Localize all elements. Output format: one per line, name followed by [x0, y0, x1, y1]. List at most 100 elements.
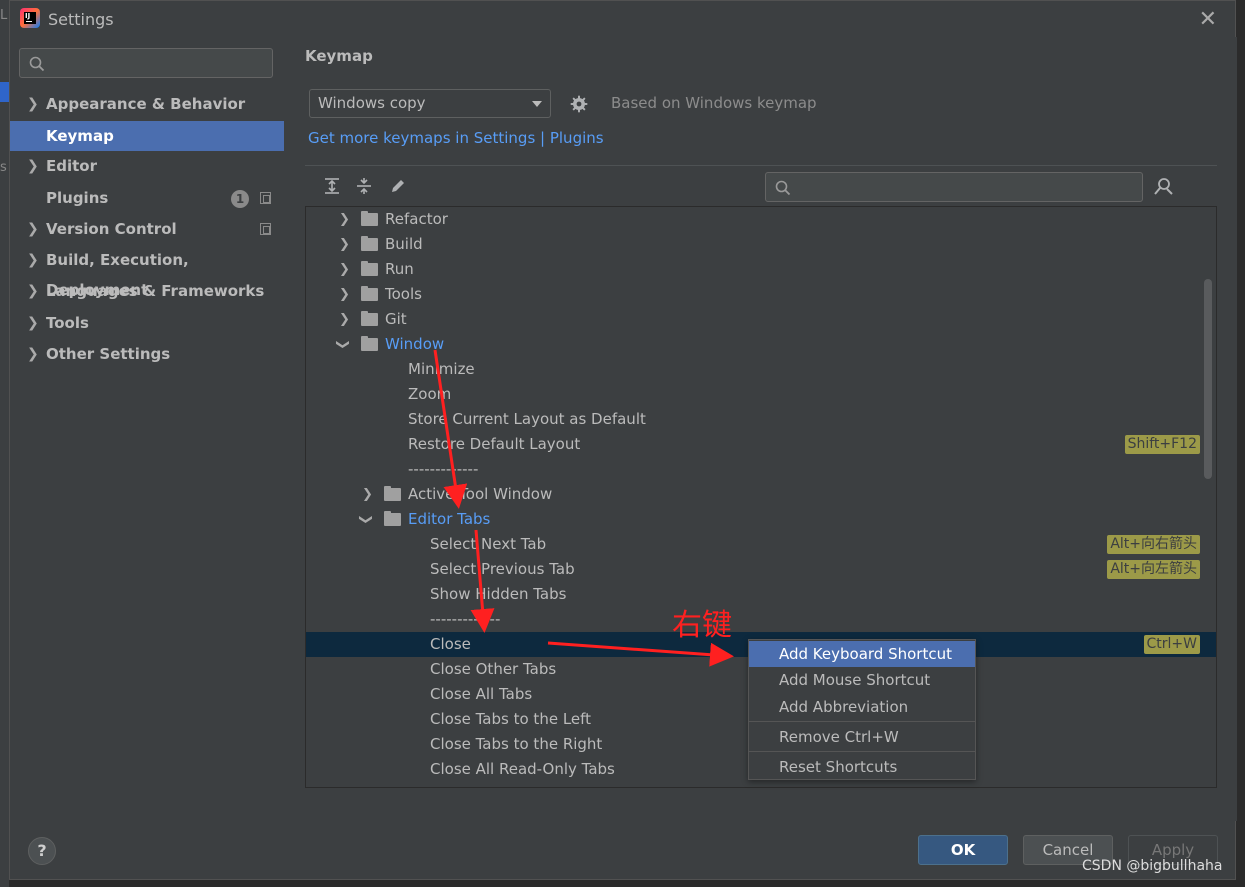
chevron-right-icon: ❯ — [339, 212, 350, 227]
title-bar: IJ Settings ✕ — [10, 1, 1235, 37]
folder-icon — [361, 336, 378, 351]
window-title: Settings — [48, 10, 114, 29]
tree-row-action[interactable]: Store Current Layout as Default — [306, 407, 1216, 432]
tree-row-label: Close Other Tabs — [430, 660, 557, 678]
sidebar-item-label: Version Control — [46, 220, 177, 238]
tree-row-folder[interactable]: ❯ Editor Tabs — [306, 507, 1216, 532]
tree-row-action[interactable]: Select Next Tab Alt+向右箭头 — [306, 532, 1216, 557]
plugins-update-badge: 1 — [231, 190, 249, 208]
chevron-right-icon: ❯ — [27, 96, 39, 112]
background-char: s — [0, 160, 7, 175]
folder-icon — [361, 236, 378, 251]
close-icon[interactable]: ✕ — [1199, 7, 1217, 32]
settings-dialog: IJ Settings ✕ ❯ Appearance & Behavior Ke… — [9, 0, 1237, 880]
tree-row-action[interactable]: Minimize — [306, 357, 1216, 382]
sidebar-item-languages-frameworks[interactable]: ❯ Languages & Frameworks — [10, 276, 284, 306]
tree-row-folder[interactable]: ❯ Run — [306, 257, 1216, 282]
search-icon — [29, 56, 45, 72]
menu-item-add-abbreviation[interactable]: Add Abbreviation — [749, 694, 975, 720]
sidebar-item-label: Languages & Frameworks — [46, 282, 265, 300]
tree-row-label: Select Previous Tab — [430, 560, 575, 578]
tree-row-label: Close All Tabs — [430, 685, 533, 703]
menu-separator — [749, 721, 975, 722]
keymap-select-value: Windows copy — [318, 94, 426, 112]
chevron-down-icon — [532, 101, 542, 107]
menu-item-remove-shortcut[interactable]: Remove Ctrl+W — [749, 724, 975, 750]
page-title: Keymap — [305, 47, 373, 65]
get-more-keymaps-link[interactable]: Get more keymaps in Settings | Plugins — [308, 129, 604, 147]
annotation-label: 右键 — [672, 608, 732, 643]
menu-item-add-keyboard-shortcut[interactable]: Add Keyboard Shortcut — [749, 641, 975, 667]
context-menu: Add Keyboard Shortcut Add Mouse Shortcut… — [748, 639, 976, 780]
folder-icon — [384, 486, 401, 501]
chevron-right-icon: ❯ — [27, 158, 39, 174]
sidebar-item-other-settings[interactable]: ❯ Other Settings — [10, 339, 284, 369]
tree-scrollbar[interactable] — [1204, 279, 1212, 479]
chevron-right-icon: ❯ — [27, 283, 39, 299]
settings-sidebar: ❯ Appearance & Behavior Keymap ❯ Editor … — [10, 37, 284, 821]
tree-row-label: Store Current Layout as Default — [408, 410, 646, 428]
tree-row-folder[interactable]: ❯ Window — [306, 332, 1216, 357]
folder-icon — [361, 211, 378, 226]
chevron-right-icon: ❯ — [339, 262, 350, 277]
settings-search-input[interactable] — [19, 48, 273, 78]
tree-row-folder[interactable]: ❯ Refactor — [306, 207, 1216, 232]
sidebar-item-label: Appearance & Behavior — [46, 95, 246, 113]
tree-row-label: Close Tabs to the Right — [430, 735, 603, 753]
tree-row-label: Build — [385, 235, 423, 253]
tree-row-folder[interactable]: ❯ Tools — [306, 282, 1216, 307]
sidebar-item-label: Plugins — [46, 189, 109, 207]
tree-row-separator: ------------- — [306, 607, 1216, 632]
tree-row-folder[interactable]: ❯ Active Tool Window — [306, 482, 1216, 507]
menu-item-add-mouse-shortcut[interactable]: Add Mouse Shortcut — [749, 667, 975, 693]
tree-row-label: Minimize — [408, 360, 475, 378]
sidebar-item-tools[interactable]: ❯ Tools — [10, 308, 284, 338]
ok-button[interactable]: OK — [918, 835, 1008, 865]
gear-icon[interactable] — [570, 95, 588, 113]
tree-row-folder[interactable]: ❯ Git — [306, 307, 1216, 332]
keymap-search-input[interactable] — [765, 172, 1143, 202]
shortcut-badge: Alt+向右箭头 — [1107, 535, 1200, 554]
tree-row-action[interactable]: Show Hidden Tabs — [306, 582, 1216, 607]
help-button[interactable]: ? — [28, 837, 56, 865]
intellij-app-icon: IJ — [20, 8, 40, 28]
tree-row-separator: ------------- — [306, 457, 1216, 482]
sidebar-item-editor[interactable]: ❯ Editor — [10, 151, 284, 181]
divider — [305, 165, 1217, 166]
chevron-down-icon: ❯ — [357, 514, 373, 525]
tree-row-action[interactable]: Select Previous Tab Alt+向左箭头 — [306, 557, 1216, 582]
chevron-right-icon: ❯ — [27, 221, 39, 237]
edit-pencil-icon[interactable] — [389, 177, 407, 195]
find-by-shortcut-icon[interactable] — [1153, 177, 1175, 197]
sidebar-item-appearance-behavior[interactable]: ❯ Appearance & Behavior — [10, 89, 284, 119]
folder-icon — [384, 511, 401, 526]
background-char: L — [0, 8, 8, 23]
tree-row-label: Git — [385, 310, 407, 328]
project-settings-icon — [260, 223, 271, 235]
sidebar-item-plugins[interactable]: Plugins 1 — [10, 183, 284, 213]
shortcut-badge: Shift+F12 — [1124, 435, 1200, 454]
chevron-right-icon: ❯ — [27, 252, 39, 268]
shortcut-badge: Alt+向左箭头 — [1107, 560, 1200, 579]
tree-row-label: Refactor — [385, 210, 448, 228]
expand-all-icon[interactable] — [323, 177, 341, 195]
tree-row-label: Window — [385, 335, 445, 353]
tree-row-action[interactable]: Restore Default Layout Shift+F12 — [306, 432, 1216, 457]
tree-row-action[interactable]: Zoom — [306, 382, 1216, 407]
tree-row-label: Run — [385, 260, 414, 278]
tree-row-label: ------------- — [430, 610, 501, 628]
tree-row-label: Tools — [385, 285, 422, 303]
keymap-select[interactable]: Windows copy — [309, 89, 551, 118]
background-ide-sliver: L s — [0, 0, 9, 887]
folder-icon — [361, 261, 378, 276]
sidebar-item-build-execution-deployment[interactable]: ❯ Build, Execution, Deployment — [10, 245, 284, 299]
sidebar-item-keymap[interactable]: Keymap — [10, 121, 284, 151]
chevron-right-icon: ❯ — [27, 346, 39, 362]
collapse-all-icon[interactable] — [355, 177, 373, 195]
based-on-text: Based on Windows keymap — [611, 94, 817, 112]
menu-item-reset-shortcuts[interactable]: Reset Shortcuts — [749, 754, 975, 780]
tree-row-label: Select Next Tab — [430, 535, 547, 553]
shortcut-badge: Ctrl+W — [1143, 635, 1200, 654]
sidebar-item-version-control[interactable]: ❯ Version Control — [10, 214, 284, 244]
tree-row-folder[interactable]: ❯ Build — [306, 232, 1216, 257]
